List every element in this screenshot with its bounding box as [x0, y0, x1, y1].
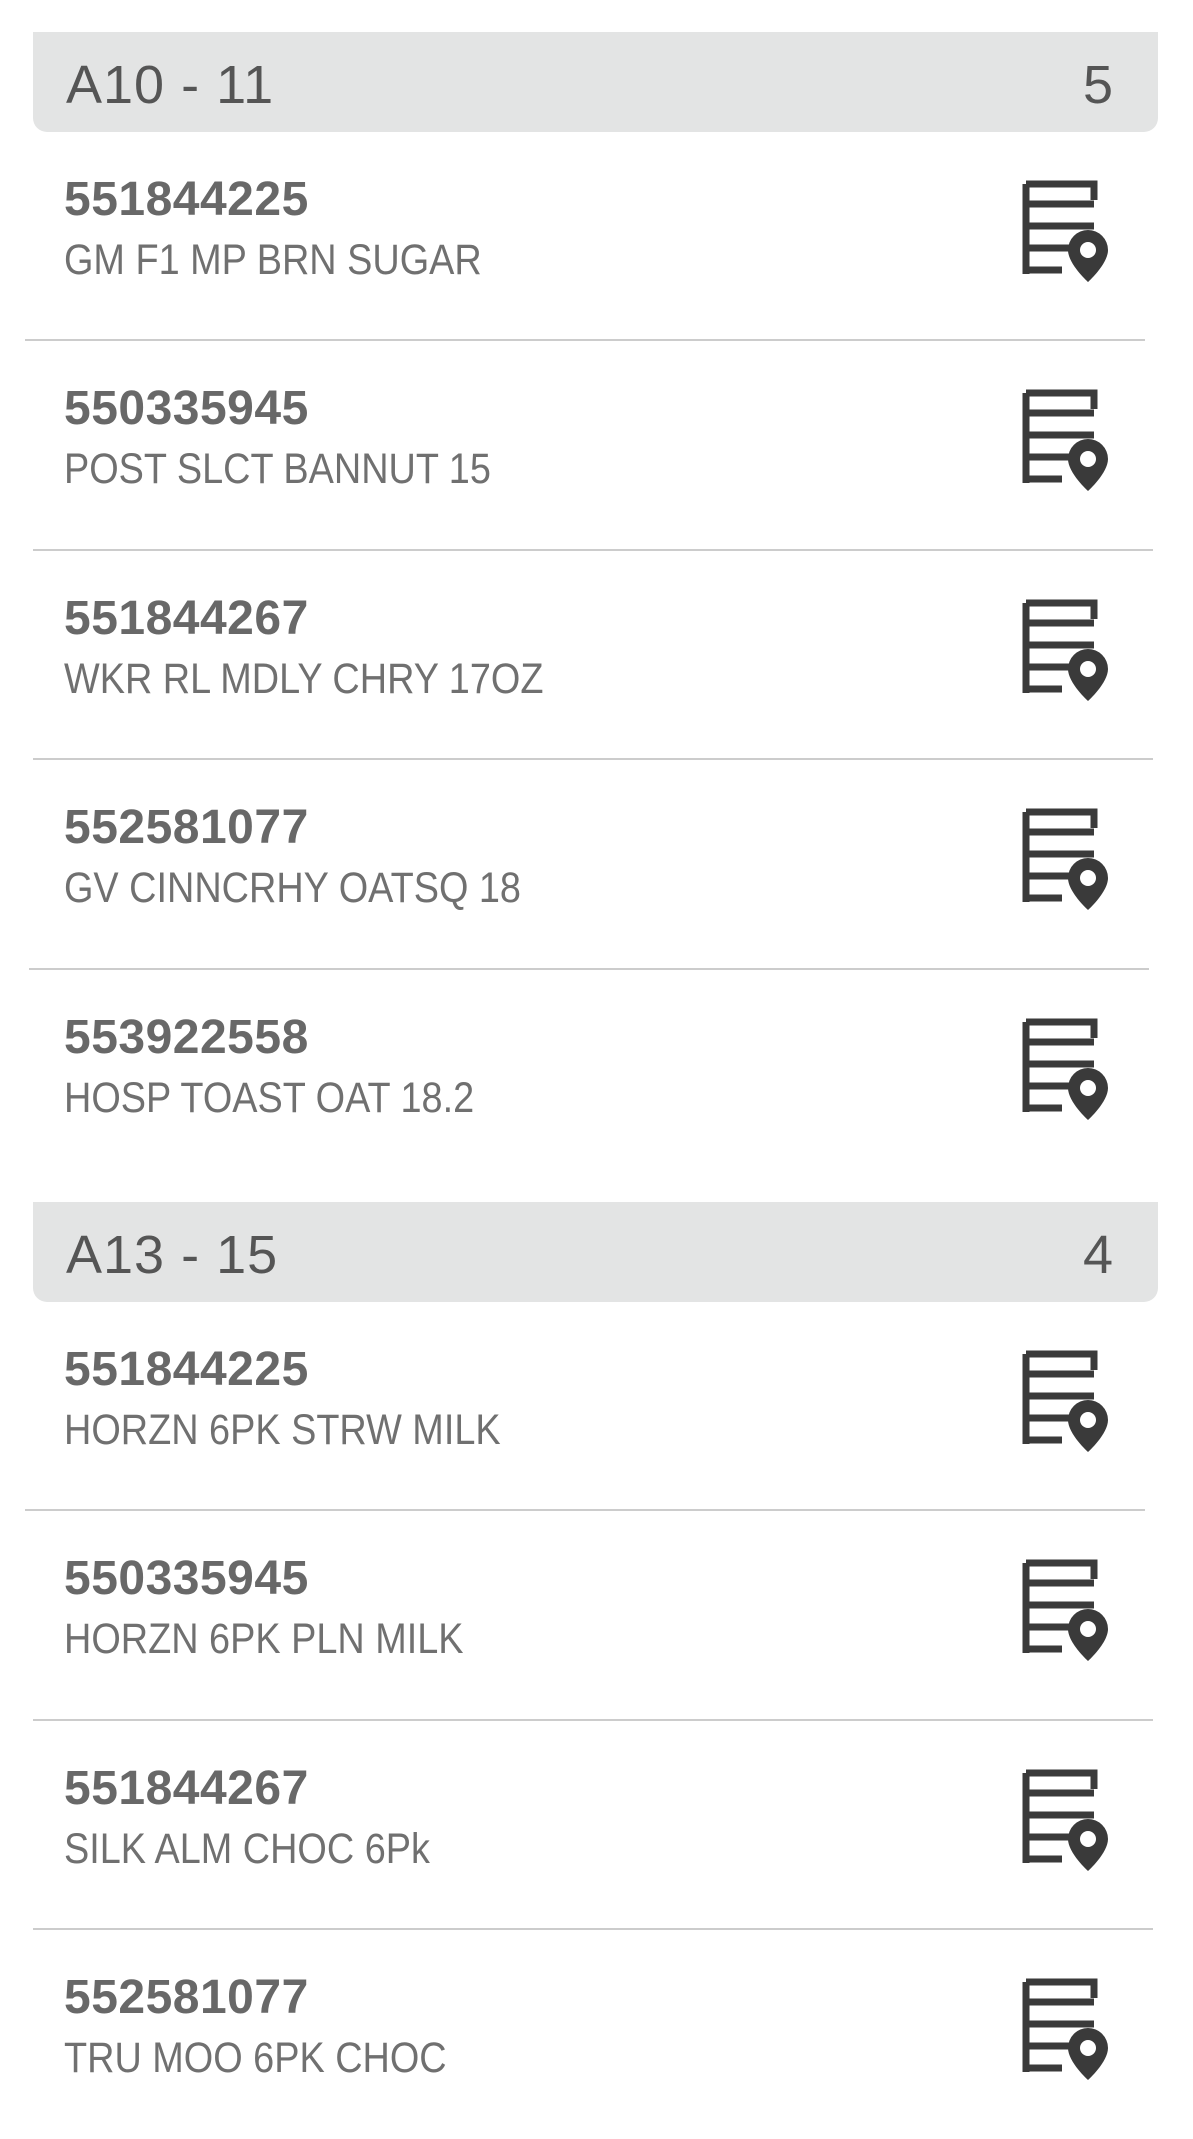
item-number: 552581077: [64, 801, 309, 854]
shelf-location-icon[interactable]: [1022, 387, 1114, 491]
item-description: SILK ALM CHOC 6Pk: [64, 1825, 430, 1873]
shelf-location-icon[interactable]: [1022, 806, 1114, 910]
list-item[interactable]: 553922558 HOSP TOAST OAT 18.2: [0, 970, 1193, 1179]
list-item[interactable]: 551844225 GM F1 MP BRN SUGAR: [0, 132, 1193, 341]
list-item[interactable]: 551844267 WKR RL MDLY CHRY 17OZ: [0, 551, 1193, 760]
item-number: 551844225: [64, 1343, 309, 1396]
shelf-location-icon[interactable]: [1022, 1348, 1114, 1452]
section-count: 4: [1082, 1225, 1113, 1285]
item-description: WKR RL MDLY CHRY 17OZ: [64, 655, 544, 703]
item-number: 551844267: [64, 592, 309, 645]
section-header-a10-11[interactable]: A10 - 11 5: [33, 32, 1158, 132]
list-item[interactable]: 552581077 TRU MOO 6PK CHOC: [0, 1930, 1193, 2139]
section-title: A13 - 15: [66, 1225, 279, 1285]
item-description: HORZN 6PK PLN MILK: [64, 1615, 464, 1663]
shelf-location-icon[interactable]: [1022, 1016, 1114, 1120]
section-count: 5: [1082, 55, 1113, 115]
shelf-location-icon[interactable]: [1022, 1976, 1114, 2080]
item-number: 552581077: [64, 1971, 309, 2024]
list-item[interactable]: 550335945 POST SLCT BANNUT 15: [0, 341, 1193, 550]
section-title: A10 - 11: [66, 55, 275, 115]
shelf-location-icon[interactable]: [1022, 597, 1114, 701]
item-description: HORZN 6PK STRW MILK: [64, 1406, 501, 1454]
list-item[interactable]: 550335945 HORZN 6PK PLN MILK: [0, 1511, 1193, 1720]
section-header-a13-15[interactable]: A13 - 15 4: [33, 1202, 1158, 1302]
item-description: POST SLCT BANNUT 15: [64, 445, 491, 493]
item-description: TRU MOO 6PK CHOC: [64, 2034, 447, 2082]
item-description: GM F1 MP BRN SUGAR: [64, 236, 482, 284]
item-number: 551844225: [64, 173, 309, 226]
item-number: 551844267: [64, 1762, 309, 1815]
shelf-location-icon[interactable]: [1022, 1767, 1114, 1871]
list-item[interactable]: 551844267 SILK ALM CHOC 6Pk: [0, 1721, 1193, 1930]
item-number: 550335945: [64, 382, 309, 435]
shelf-location-icon[interactable]: [1022, 178, 1114, 282]
list-item[interactable]: 551844225 HORZN 6PK STRW MILK: [0, 1302, 1193, 1511]
list-item[interactable]: 552581077 GV CINNCRHY OATSQ 18: [0, 760, 1193, 969]
item-number: 550335945: [64, 1552, 309, 1605]
item-description: HOSP TOAST OAT 18.2: [64, 1074, 475, 1122]
shelf-location-icon[interactable]: [1022, 1557, 1114, 1661]
item-number: 553922558: [64, 1011, 309, 1064]
item-description: GV CINNCRHY OATSQ 18: [64, 864, 521, 912]
